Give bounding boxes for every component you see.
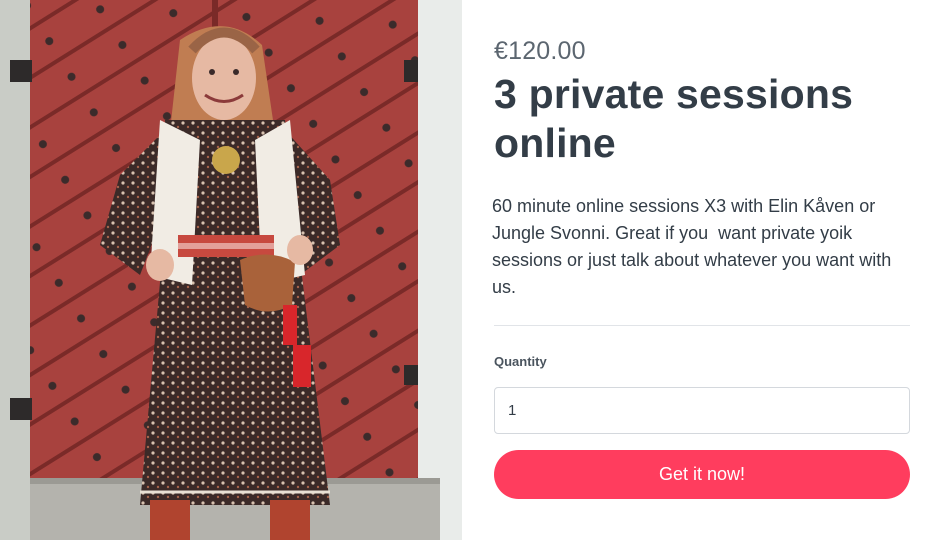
product-page: €120.00 3 private sessions online 60 min… [0,0,932,540]
quantity-label: Quantity [494,354,547,369]
product-price: €120.00 [494,37,586,65]
product-title: 3 private sessions online [494,71,854,166]
quantity-input[interactable] [494,387,910,434]
product-photo [0,0,462,540]
product-description: 60 minute online sessions X3 with Elin K… [492,196,897,297]
divider [494,325,910,326]
get-it-now-button[interactable]: Get it now! [494,450,910,499]
